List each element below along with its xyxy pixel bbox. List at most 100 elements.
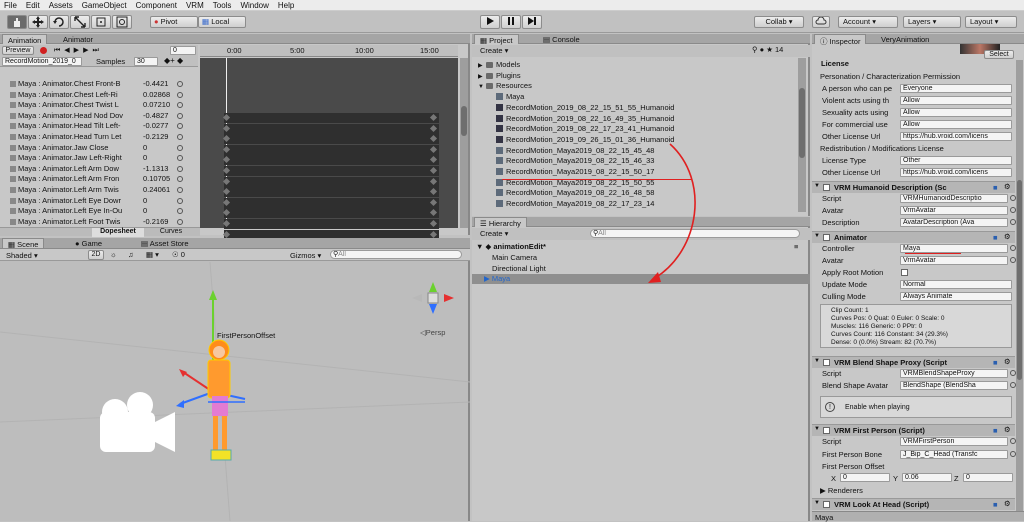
key-buttons[interactable]: ◆+ ◆ xyxy=(164,56,183,65)
component-vrm-humanoid[interactable]: ▼ VRM Humanoid Description (Sc ■ ⚙ xyxy=(812,181,1015,193)
component-enabled-checkbox[interactable] xyxy=(823,184,830,191)
property-value[interactable]: 0.02868 xyxy=(143,90,177,99)
keyframe-track[interactable] xyxy=(224,134,439,145)
foldout-arrow-icon[interactable]: ▼ xyxy=(814,358,820,364)
orientation-gizmo[interactable] xyxy=(412,282,454,314)
script-field[interactable]: VRMHumanoidDescriptio xyxy=(900,194,1008,203)
animation-property-row[interactable]: Maya : Animator.Left Arm Fron 0.10705 xyxy=(0,174,198,184)
help-icon[interactable]: ■ xyxy=(993,426,998,435)
help-icon[interactable]: ■ xyxy=(993,233,998,242)
light-icon[interactable]: ☼ xyxy=(110,250,117,259)
pause-button[interactable] xyxy=(501,15,521,29)
settings-gear-icon[interactable]: ⚙ xyxy=(1004,425,1011,434)
property-value[interactable]: -0.2169 xyxy=(143,217,177,226)
apply-root-motion-checkbox[interactable] xyxy=(901,269,908,276)
keyframe-track[interactable] xyxy=(224,144,439,155)
key-toggle-icon[interactable] xyxy=(177,155,183,162)
gizmos-dropdown[interactable]: Gizmos ▾ xyxy=(290,251,321,260)
offset-z-field[interactable]: 0 xyxy=(963,473,1013,482)
key-toggle-icon[interactable] xyxy=(177,144,183,151)
animation-property-row[interactable]: Maya : Animator.Left Eye In-Ou 0 xyxy=(0,206,198,216)
tab-scene[interactable]: ▦ Scene xyxy=(2,238,45,249)
project-toolbar-icons[interactable]: ⚲ ● ★ 14 xyxy=(752,45,783,54)
license-url-field[interactable]: https://hub.vroid.com/licens xyxy=(900,168,1012,177)
frame-field[interactable]: 0 xyxy=(170,46,196,55)
description-field[interactable]: AvatarDescription (Ava xyxy=(900,218,1008,227)
permission-dropdown[interactable]: Allow xyxy=(900,120,1012,129)
key-toggle-icon[interactable] xyxy=(177,81,183,87)
tab-asset-store[interactable]: ▤ Asset Store xyxy=(136,238,194,248)
menu-item-tools[interactable]: Tools xyxy=(213,1,232,10)
scale-tool-button[interactable] xyxy=(70,15,90,29)
tab-veryanimation[interactable]: VeryAnimation xyxy=(876,34,934,44)
menu-item-file[interactable]: File xyxy=(4,1,17,10)
settings-gear-icon[interactable]: ⚙ xyxy=(1004,499,1011,508)
cloud-button[interactable] xyxy=(812,16,830,28)
menu-item-component[interactable]: Component xyxy=(136,1,177,10)
tab-animation[interactable]: Animation xyxy=(2,34,48,45)
tree-arrow[interactable]: ▶ xyxy=(478,73,486,80)
offset-y-field[interactable]: 0.06 xyxy=(902,473,952,482)
foldout-arrow-icon[interactable]: ▼ xyxy=(814,426,820,432)
step-button[interactable] xyxy=(522,15,542,29)
property-value[interactable]: 0 xyxy=(143,153,177,162)
persp-label[interactable]: ◁Persp xyxy=(420,328,445,337)
project-item[interactable]: RecordMotion_2019_08_22_17_23_41_Humanoi… xyxy=(488,124,798,134)
tab-inspector[interactable]: ⓘ Inspector xyxy=(814,34,867,46)
hidden-icon[interactable]: ☉ 0 xyxy=(172,250,185,259)
update-mode-dropdown[interactable]: Normal xyxy=(900,280,1012,289)
component-enabled-checkbox[interactable] xyxy=(823,427,830,434)
component-enabled-checkbox[interactable] xyxy=(823,359,830,366)
inspector-scrollbar[interactable] xyxy=(1016,60,1023,512)
transport-icons[interactable]: ⏮◀▶▶⏭ xyxy=(54,46,103,55)
component-vrm-look-at-head[interactable]: ▼ VRM Look At Head (Script) ■ ⚙ xyxy=(812,498,1015,510)
project-item[interactable]: Maya xyxy=(488,92,798,102)
project-item[interactable]: ▼ Resources xyxy=(478,81,798,91)
renderers-foldout[interactable]: ▶ Renderers xyxy=(820,486,863,495)
settings-gear-icon[interactable]: ⚙ xyxy=(1004,357,1011,366)
animation-property-row[interactable]: Maya : Animator.Left Arm Dow -1.1313 xyxy=(0,164,198,174)
preview-toggle[interactable]: Preview xyxy=(2,46,34,55)
animation-property-row[interactable]: Maya : Animator.Left Eye Dowr 0 xyxy=(0,196,198,206)
animation-property-row[interactable]: Maya : Animator.Chest Left-Ri 0.02868 xyxy=(0,90,198,100)
component-enabled-checkbox[interactable] xyxy=(823,501,830,508)
scene-viewport[interactable]: FirstPersonOffset xyxy=(0,262,470,521)
character-model[interactable] xyxy=(176,290,246,461)
menu-item-vrm[interactable]: VRM xyxy=(186,1,204,10)
layout-dropdown[interactable]: Layout ▾ xyxy=(965,16,1017,28)
keyframe-track[interactable] xyxy=(224,123,439,134)
pivot-toggle[interactable]: ● Pivot xyxy=(150,16,198,28)
project-create-button[interactable]: Create ▾ xyxy=(480,46,508,55)
local-toggle[interactable]: ▦ Local xyxy=(198,16,246,28)
samples-field[interactable]: 30 xyxy=(134,57,158,66)
permission-dropdown[interactable]: Everyone xyxy=(900,84,1012,93)
menu-item-gameobject[interactable]: GameObject xyxy=(82,1,127,10)
property-value[interactable]: -0.0277 xyxy=(143,121,177,130)
culling-mode-dropdown[interactable]: Always Animate xyxy=(900,292,1012,301)
tree-arrow[interactable]: ▼ xyxy=(478,84,486,90)
camera-gizmo-icon[interactable] xyxy=(100,392,175,452)
project-item[interactable]: RecordMotion_2019_08_22_15_51_55_Humanoi… xyxy=(488,103,798,113)
avatar-field[interactable]: VrmAvatar xyxy=(900,256,1008,265)
keyframe-track[interactable] xyxy=(224,176,439,187)
key-toggle-icon[interactable] xyxy=(177,91,183,98)
license-url-field[interactable]: https://hub.vroid.com/licens xyxy=(900,132,1012,141)
shaded-dropdown[interactable]: Shaded ▾ xyxy=(6,251,38,260)
hierarchy-menu-icon[interactable]: ≡ xyxy=(794,242,804,252)
tab-game[interactable]: ● Game xyxy=(70,238,107,248)
key-toggle-icon[interactable] xyxy=(177,208,183,215)
key-toggle-icon[interactable] xyxy=(177,218,183,225)
keyframe-track[interactable] xyxy=(224,187,439,198)
scene-search[interactable]: ⚲All xyxy=(330,250,462,259)
keyframe-track[interactable] xyxy=(224,219,439,229)
animation-property-row[interactable]: Maya : Animator.Jaw Close 0 xyxy=(0,143,198,153)
property-value[interactable]: 0.10705 xyxy=(143,174,177,183)
animation-property-row[interactable]: Maya : Animator.Chest Twist L 0.07210 xyxy=(0,100,198,110)
property-value[interactable]: -0.2129 xyxy=(143,132,177,141)
component-blend-shape-proxy[interactable]: ▼ VRM Blend Shape Proxy (Script ■ ⚙ xyxy=(812,356,1015,368)
account-dropdown[interactable]: Account ▾ xyxy=(838,16,898,28)
foldout-arrow-icon[interactable]: ▼ xyxy=(814,183,820,189)
animation-property-row[interactable]: Maya : Animator.Jaw Left-Right 0 xyxy=(0,153,198,163)
permission-dropdown[interactable]: Allow xyxy=(900,108,1012,117)
avatar-field[interactable]: VrmAvatar xyxy=(900,206,1008,215)
